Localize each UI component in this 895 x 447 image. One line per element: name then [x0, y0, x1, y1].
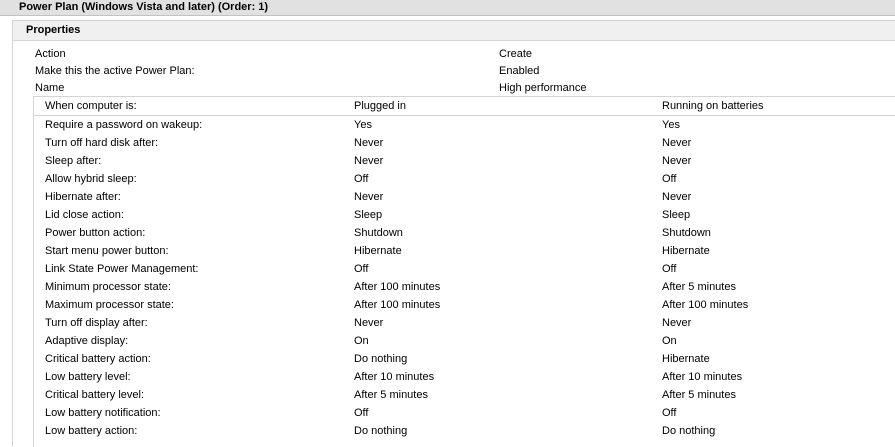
- power-settings-table: When computer is: Plugged in Running on …: [33, 96, 895, 447]
- setting-name: Hibernate after:: [45, 191, 121, 203]
- column-header-on-battery: Running on batteries: [662, 100, 764, 112]
- plugged-in-value: Off: [354, 407, 369, 419]
- table-row: Power button action: Shutdown Shutdown: [34, 224, 895, 242]
- table-row: Turn off display after: Never Never: [34, 314, 895, 332]
- plugged-in-value: Never: [354, 137, 384, 149]
- column-header-plugged-in: Plugged in: [354, 100, 406, 112]
- setting-name: Sleep after:: [45, 155, 102, 167]
- plugged-in-value: Shutdown: [354, 227, 403, 239]
- on-battery-value: Never: [662, 191, 692, 203]
- table-row: Sleep after: Never Never: [34, 152, 895, 170]
- column-header-setting: When computer is:: [45, 100, 137, 112]
- table-header-row: When computer is: Plugged in Running on …: [34, 97, 895, 116]
- on-battery-value: After 10 minutes: [662, 371, 743, 383]
- on-battery-value: Never: [662, 155, 692, 167]
- setting-name: Link State Power Management:: [45, 263, 199, 275]
- on-battery-value: Do nothing: [662, 425, 716, 437]
- on-battery-value: Off: [662, 263, 677, 275]
- setting-name: Low battery level:: [45, 371, 131, 383]
- field-label: Make this the active Power Plan:: [35, 65, 195, 77]
- setting-name: Minimum processor state:: [45, 281, 171, 293]
- on-battery-value: Off: [662, 173, 677, 185]
- on-battery-value: After 5 minutes: [662, 281, 736, 293]
- setting-name: Low battery notification:: [45, 407, 161, 419]
- table-row: Lid close action: Sleep Sleep: [34, 206, 895, 224]
- setting-name: Lid close action:: [45, 209, 124, 221]
- plugged-in-value: After 10 minutes: [354, 371, 435, 383]
- on-battery-value: Off: [662, 407, 677, 419]
- setting-name: Critical battery level:: [45, 389, 145, 401]
- field-value: Create: [499, 48, 533, 60]
- plugged-in-value: Never: [354, 191, 384, 203]
- field-active-power-plan: Make this the active Power Plan: Enabled: [13, 63, 895, 80]
- plugged-in-value: Never: [354, 155, 384, 167]
- setting-name: Low battery action:: [45, 425, 138, 437]
- table-row: Minimum processor state: After 100 minute…: [34, 278, 895, 296]
- plugged-in-value: Never: [354, 317, 384, 329]
- table-row: Link State Power Management: Off Off: [34, 260, 895, 278]
- plugged-in-value: Off: [354, 173, 369, 185]
- plugged-in-value: After 5 minutes: [354, 389, 428, 401]
- on-battery-value: Hibernate: [662, 245, 710, 257]
- table-row: Critical battery action: Do nothing Hibern…: [34, 350, 895, 368]
- table-row: Allow hybrid sleep: Off Off: [34, 170, 895, 188]
- gpo-item-title: Power Plan (Windows Vista and later) (Or…: [19, 1, 269, 13]
- on-battery-value: After 100 minutes: [662, 299, 749, 311]
- setting-name: Start menu power button:: [45, 245, 169, 257]
- table-row: Hibernate after: Never Never: [34, 188, 895, 206]
- table-row: Adaptive display: On On: [34, 332, 895, 350]
- table-row: Require a password on wakeup: Yes Yes: [34, 116, 895, 134]
- table-row: Critical battery level: After 5 minutes Af…: [34, 386, 895, 404]
- table-row: Low battery action: Do nothing Do nothing: [34, 422, 895, 440]
- field-name: Name High performance: [13, 80, 895, 97]
- setting-name: Adaptive display:: [45, 335, 129, 347]
- properties-section-header[interactable]: Properties: [12, 20, 895, 41]
- on-battery-value: Hibernate: [662, 353, 710, 365]
- field-value: Enabled: [499, 65, 540, 77]
- setting-name: Allow hybrid sleep:: [45, 173, 137, 185]
- plugged-in-value: Off: [354, 263, 369, 275]
- setting-name: Power button action:: [45, 227, 146, 239]
- setting-name: Maximum processor state:: [45, 299, 174, 311]
- plugged-in-value: Do nothing: [354, 425, 408, 437]
- plugged-in-value: On: [354, 335, 369, 347]
- table-row: Turn off hard disk after: Never Never: [34, 134, 895, 152]
- on-battery-value: Never: [662, 137, 692, 149]
- table-row: Low battery level: After 10 minutes After …: [34, 368, 895, 386]
- field-label: Action: [35, 48, 66, 60]
- setting-name: Require a password on wakeup:: [45, 119, 203, 131]
- on-battery-value: On: [662, 335, 677, 347]
- field-label: Name: [35, 82, 65, 94]
- table-row: Maximum processor state: After 100 minute…: [34, 296, 895, 314]
- plugged-in-value: Hibernate: [354, 245, 402, 257]
- on-battery-value: Sleep: [662, 209, 691, 221]
- plugged-in-value: Do nothing: [354, 353, 408, 365]
- properties-title: Properties: [26, 24, 81, 36]
- setting-name: Turn off display after:: [45, 317, 148, 329]
- field-action: Action Create: [13, 46, 895, 63]
- on-battery-value: After 5 minutes: [662, 389, 736, 401]
- on-battery-value: Shutdown: [662, 227, 711, 239]
- gpo-item-header[interactable]: Power Plan (Windows Vista and later) (Or…: [0, 0, 895, 16]
- field-value: High performance: [499, 82, 587, 94]
- on-battery-value: Yes: [662, 119, 680, 131]
- plugged-in-value: Yes: [354, 119, 372, 131]
- table-row: Start menu power button: Hibernate Hiberna…: [34, 242, 895, 260]
- plugged-in-value: After 100 minutes: [354, 281, 441, 293]
- setting-name: Turn off hard disk after:: [45, 137, 159, 149]
- plugged-in-value: Sleep: [354, 209, 383, 221]
- on-battery-value: Never: [662, 317, 692, 329]
- setting-name: Critical battery action:: [45, 353, 151, 365]
- plugged-in-value: After 100 minutes: [354, 299, 441, 311]
- table-row: Low battery notification: Off Off: [34, 404, 895, 422]
